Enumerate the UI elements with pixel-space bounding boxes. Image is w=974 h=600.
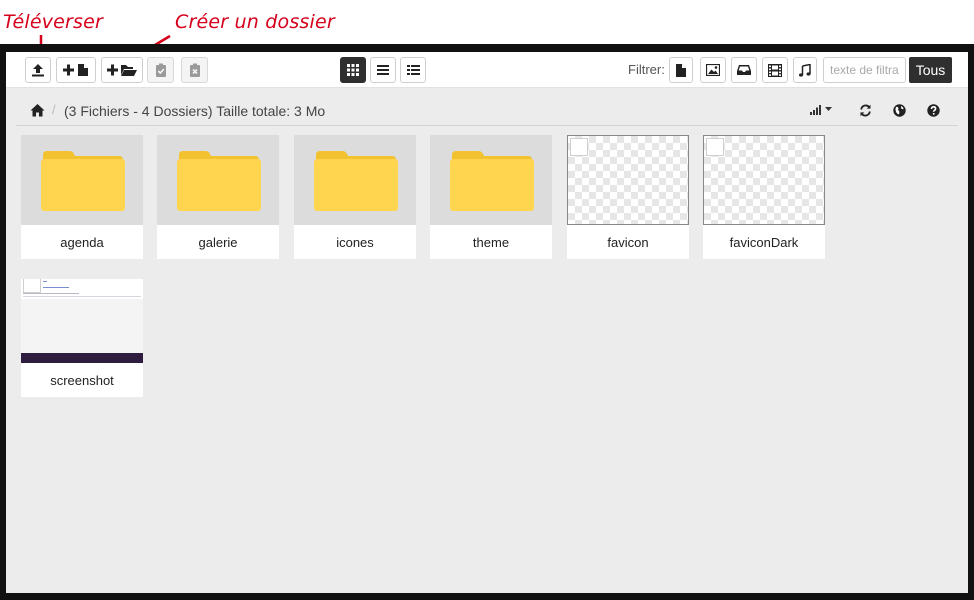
plus-file-icon [63, 64, 88, 76]
clear-clipboard-button[interactable] [181, 57, 208, 83]
thumbnail-preview-box [23, 279, 41, 293]
screenshot-preview-line [43, 287, 69, 288]
item-name: favicon [607, 234, 649, 250]
filter-files-button[interactable] [669, 57, 693, 83]
columns-list-icon [406, 65, 420, 75]
item-name: theme [472, 234, 510, 250]
sort-signal-icon [810, 105, 832, 115]
filter-video-button[interactable] [762, 57, 788, 83]
toolbar: Filtrer: texte de filtrage Tous [6, 52, 968, 88]
upload-icon [32, 64, 44, 77]
annotation-create-folder: Créer un dossier [175, 11, 335, 33]
file-manager-window: Filtrer: texte de filtrage Tous / (3 Fic… [6, 52, 968, 593]
thumbnail-preview-box [570, 138, 588, 156]
filter-images-button[interactable] [700, 57, 726, 83]
folder-thumbnail [294, 135, 416, 225]
file-item[interactable]: faviconDark [703, 135, 825, 259]
new-folder-button[interactable] [101, 57, 143, 83]
file-item[interactable]: screenshot [21, 279, 143, 397]
clipboard-x-icon [189, 63, 200, 77]
filter-all-button[interactable]: Tous [909, 57, 952, 83]
filter-music-button[interactable] [793, 57, 817, 83]
annotation-upload: Téléverser [3, 11, 104, 33]
folder-thumbnail [21, 135, 143, 225]
screenshot-preview-line [43, 281, 47, 282]
folder-item[interactable]: galerie [157, 135, 279, 259]
plus-folder-icon [107, 64, 137, 76]
help-icon [926, 103, 940, 117]
filter-label: Filtrer: [628, 62, 665, 77]
image-icon [706, 64, 720, 76]
new-file-button[interactable] [56, 57, 96, 83]
caret-down-icon [825, 107, 832, 111]
screenshot-preview-line [23, 293, 79, 294]
home-icon[interactable] [30, 103, 45, 117]
image-thumbnail [703, 135, 825, 225]
paste-button[interactable] [147, 57, 174, 83]
columns-view-button[interactable] [400, 57, 426, 83]
list-view-button[interactable] [370, 57, 396, 83]
item-name: faviconDark [729, 234, 799, 250]
file-item[interactable]: favicon [567, 135, 689, 259]
image-thumbnail [567, 135, 689, 225]
sort-dropdown[interactable] [802, 94, 842, 126]
upload-button[interactable] [25, 57, 51, 83]
clipboard-check-icon [155, 63, 166, 77]
item-name: icones [336, 234, 374, 250]
item-name: galerie [198, 234, 238, 250]
film-icon [768, 63, 782, 77]
folder-item[interactable]: icones [294, 135, 416, 259]
thumbnail-preview-box [706, 138, 724, 156]
music-icon [799, 63, 811, 77]
folder-icon [314, 151, 398, 211]
item-name: agenda [60, 234, 104, 250]
file-manager-screenshot: Téléverser Créer un dossier Filtrer: tex… [0, 0, 974, 600]
filter-archives-button[interactable] [731, 57, 757, 83]
screenshot-preview-line [23, 296, 141, 297]
breadcrumb: / (3 Fichiers - 4 Dossiers) Taille total… [16, 94, 958, 126]
folder-item[interactable]: theme [430, 135, 552, 259]
folder-icon [41, 151, 125, 211]
screenshot-preview-footer [21, 353, 143, 363]
grid-view-button[interactable] [340, 57, 366, 83]
breadcrumb-separator: / [52, 102, 56, 117]
folder-item[interactable]: agenda [21, 135, 143, 259]
grid-icon [347, 64, 359, 76]
folder-icon [450, 151, 534, 211]
language-button[interactable] [884, 94, 914, 126]
folder-thumbnail [430, 135, 552, 225]
refresh-button[interactable] [850, 94, 880, 126]
folder-icon [177, 151, 261, 211]
filter-text-input[interactable] [823, 57, 906, 83]
list-icon [377, 65, 389, 75]
folder-thumbnail [157, 135, 279, 225]
folder-summary: (3 Fichiers - 4 Dossiers) Taille totale:… [64, 103, 326, 119]
refresh-icon [859, 104, 871, 116]
image-thumbnail [21, 279, 143, 363]
item-name: screenshot [50, 372, 114, 388]
inbox-icon [737, 65, 751, 75]
help-button[interactable] [918, 94, 948, 126]
globe-icon [892, 103, 906, 117]
file-icon [676, 63, 686, 77]
